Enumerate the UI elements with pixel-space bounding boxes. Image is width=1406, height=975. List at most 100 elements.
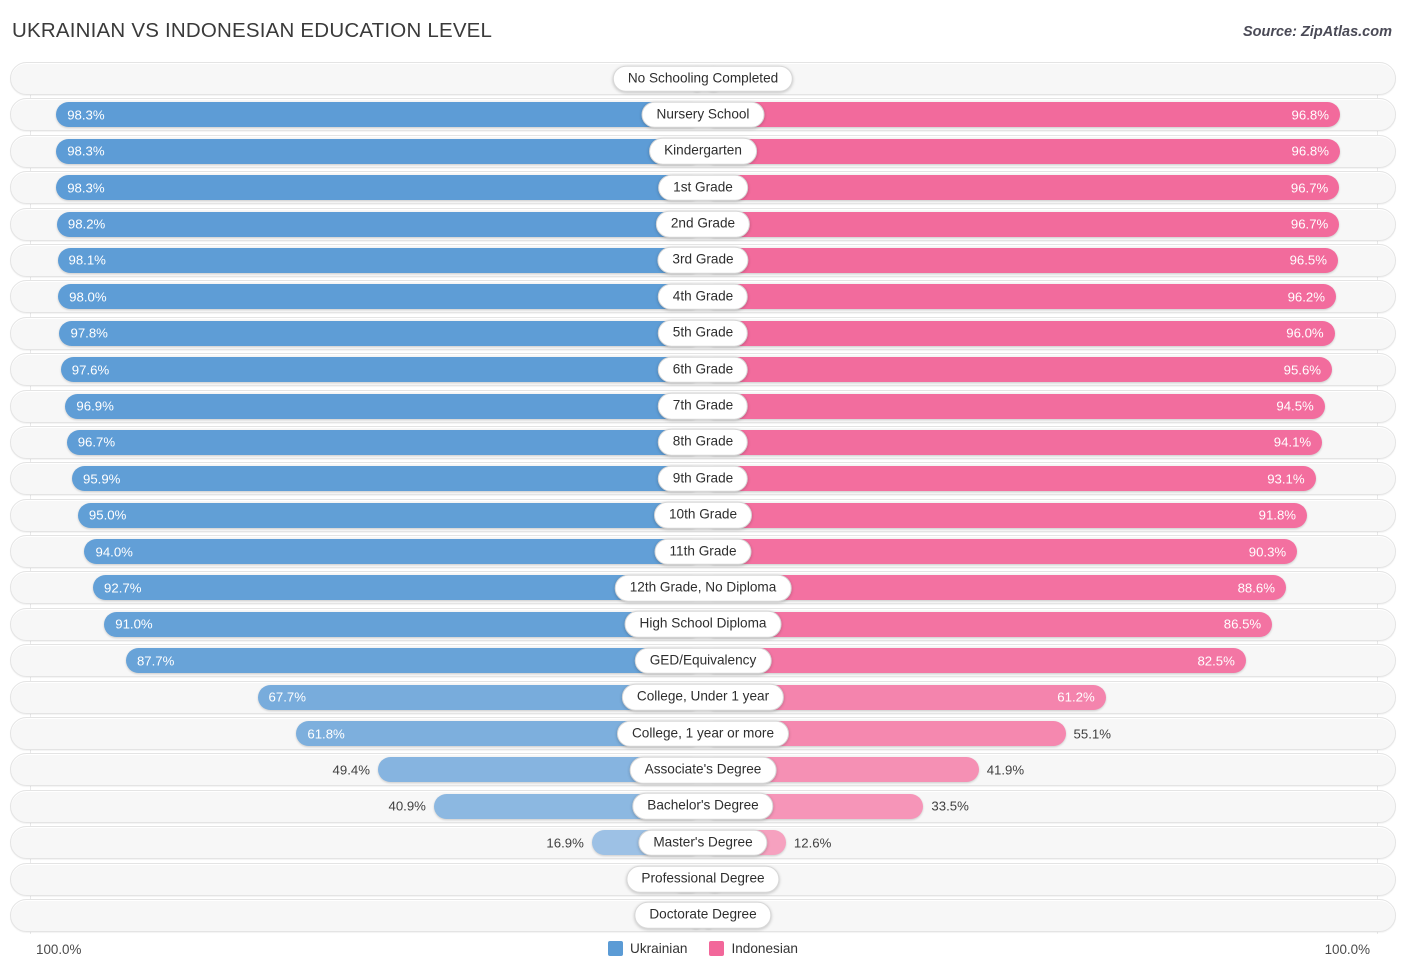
- bar-value-indonesian: 96.0%: [1286, 325, 1324, 341]
- bar-ukrainian[interactable]: 91.0%: [104, 611, 703, 637]
- table-row: 96.7% 94.1% 8th Grade: [10, 425, 1396, 459]
- category-label: 3rd Grade: [657, 247, 749, 274]
- bar-indonesian[interactable]: 96.2%: [703, 284, 1336, 310]
- bar-rows-container: 1.8%3.2%No Schooling Completed 98.3% 96.8%…: [0, 62, 1406, 935]
- category-label: Professional Degree: [626, 865, 780, 893]
- bar-value-indonesian: 93.1%: [1267, 471, 1305, 487]
- bar-indonesian[interactable]: 91.8%: [703, 502, 1308, 528]
- page-title: UKRAINIAN VS INDONESIAN EDUCATION LEVEL: [12, 19, 493, 42]
- bar-ukrainian[interactable]: 95.9%: [71, 466, 703, 492]
- bar-ukrainian[interactable]: 97.8%: [59, 320, 703, 346]
- bar-value-ukrainian: 16.9%: [546, 835, 584, 851]
- row-inner: 98.1% 96.5% 3rd Grade: [11, 245, 1395, 276]
- table-row: 98.3% 96.7% 1st Grade: [10, 171, 1396, 205]
- bar-ukrainian[interactable]: 94.0%: [84, 539, 703, 565]
- row-inner: 95.9% 93.1% 9th Grade: [11, 463, 1395, 494]
- table-row: 16.9% 12.6% Master's Degree: [10, 826, 1396, 860]
- bar-value-indonesian: 96.8%: [1291, 143, 1329, 159]
- table-row: 98.2% 96.7% 2nd Grade: [10, 207, 1396, 241]
- category-label: 10th Grade: [653, 501, 753, 529]
- bar-value-indonesian: 96.8%: [1291, 107, 1329, 123]
- category-label: College, 1 year or more: [616, 720, 790, 747]
- bar-value-ukrainian: 67.7%: [268, 689, 306, 705]
- table-row: 2.1%1.6%Doctorate Degree: [10, 898, 1396, 932]
- bar-indonesian[interactable]: 90.3%: [703, 539, 1298, 565]
- category-label: 8th Grade: [657, 429, 749, 456]
- bar-indonesian[interactable]: 94.5%: [703, 393, 1325, 419]
- bar-value-indonesian: 96.2%: [1287, 289, 1325, 305]
- row-inner: 91.0% 86.5% High School Diploma: [11, 609, 1395, 640]
- table-row: 97.6% 95.6% 6th Grade: [10, 353, 1396, 387]
- bar-ukrainian[interactable]: 98.3%: [56, 175, 703, 201]
- bar-value-ukrainian: 49.4%: [332, 762, 370, 778]
- table-row: 49.4% 41.9% Associate's Degree: [10, 753, 1396, 787]
- bar-value-ukrainian: 97.6%: [71, 362, 110, 378]
- bar-value-ukrainian: 98.3%: [67, 180, 105, 196]
- bar-ukrainian[interactable]: 96.9%: [65, 393, 703, 419]
- bar-value-indonesian: 41.9%: [986, 762, 1025, 778]
- bar-ukrainian[interactable]: 92.7%: [93, 575, 703, 601]
- legend-item-ukrainian[interactable]: Ukrainian: [608, 941, 687, 956]
- bar-value-indonesian: 33.5%: [931, 798, 969, 814]
- table-row: 40.9% 33.5% Bachelor's Degree: [10, 789, 1396, 823]
- row-inner: 96.9% 94.5% 7th Grade: [11, 391, 1395, 422]
- bar-value-indonesian: 91.8%: [1258, 507, 1297, 523]
- bar-value-ukrainian: 61.8%: [307, 725, 345, 741]
- bar-value-ukrainian: 98.1%: [68, 252, 106, 268]
- row-inner: 67.7% 61.2% College, Under 1 year: [11, 682, 1395, 713]
- category-label: Doctorate Degree: [634, 902, 772, 929]
- category-label: Master's Degree: [638, 829, 768, 856]
- category-label: 2nd Grade: [655, 210, 751, 238]
- chart-footer: 100.0% 100.0% Ukrainian Indonesian: [0, 934, 1406, 975]
- bar-ukrainian[interactable]: 98.3%: [56, 102, 703, 128]
- category-label: 11th Grade: [654, 538, 752, 565]
- row-inner: 98.3% 96.8% Kindergarten: [11, 136, 1395, 167]
- bar-value-indonesian: 94.5%: [1276, 398, 1314, 414]
- bar-indonesian[interactable]: 93.1%: [703, 466, 1316, 492]
- bar-indonesian[interactable]: 95.6%: [703, 357, 1333, 383]
- table-row: 61.8% 55.1% College, 1 year or more: [10, 717, 1396, 751]
- legend-label-indonesian: Indonesian: [731, 941, 798, 956]
- bar-ukrainian[interactable]: 98.1%: [57, 247, 703, 273]
- table-row: 98.3% 96.8% Nursery School: [10, 98, 1396, 132]
- category-label: Nursery School: [641, 101, 765, 129]
- table-row: 98.0% 96.2% 4th Grade: [10, 280, 1396, 314]
- category-label: 9th Grade: [657, 465, 749, 493]
- table-row: 67.7% 61.2% College, Under 1 year: [10, 680, 1396, 714]
- chart-header: UKRAINIAN VS INDONESIAN EDUCATION LEVEL …: [0, 0, 1406, 62]
- bar-indonesian[interactable]: 96.8%: [703, 102, 1340, 128]
- bar-ukrainian[interactable]: 87.7%: [125, 648, 703, 674]
- bar-indonesian[interactable]: 96.8%: [703, 138, 1340, 164]
- row-inner: 2.1%1.6%Doctorate Degree: [11, 900, 1395, 931]
- row-inner: 87.7% 82.5% GED/Equivalency: [11, 645, 1395, 676]
- bar-value-indonesian: 61.2%: [1057, 689, 1095, 705]
- bar-value-indonesian: 96.7%: [1290, 216, 1329, 232]
- category-label: Bachelor's Degree: [632, 793, 774, 820]
- bar-value-indonesian: 96.5%: [1289, 252, 1327, 268]
- bar-value-ukrainian: 97.8%: [70, 325, 108, 341]
- bar-value-indonesian: 86.5%: [1223, 616, 1262, 632]
- bar-ukrainian[interactable]: 96.7%: [66, 429, 703, 455]
- bar-indonesian[interactable]: 86.5%: [703, 611, 1273, 637]
- row-inner: 16.9% 12.6% Master's Degree: [11, 827, 1395, 858]
- bar-indonesian[interactable]: 96.0%: [703, 320, 1335, 346]
- bar-indonesian[interactable]: 94.1%: [703, 429, 1323, 455]
- bar-value-indonesian: 90.3%: [1248, 543, 1287, 559]
- table-row: 97.8% 96.0% 5th Grade: [10, 316, 1396, 350]
- bar-ukrainian[interactable]: 98.3%: [56, 138, 703, 164]
- legend-item-indonesian[interactable]: Indonesian: [709, 941, 798, 956]
- row-inner: 95.0% 91.8% 10th Grade: [11, 500, 1395, 531]
- bar-ukrainian[interactable]: 95.0%: [77, 502, 703, 528]
- bar-ukrainian[interactable]: 97.6%: [60, 357, 703, 383]
- row-inner: 98.2% 96.7% 2nd Grade: [11, 209, 1395, 240]
- bar-ukrainian[interactable]: 98.0%: [58, 284, 703, 310]
- bar-value-ukrainian: 87.7%: [136, 653, 175, 669]
- bar-indonesian[interactable]: 96.5%: [703, 247, 1338, 273]
- bar-indonesian[interactable]: 96.7%: [703, 211, 1340, 237]
- table-row: 98.1% 96.5% 3rd Grade: [10, 243, 1396, 277]
- bar-indonesian[interactable]: 96.7%: [703, 175, 1340, 201]
- row-inner: 96.7% 94.1% 8th Grade: [11, 427, 1395, 458]
- bar-ukrainian[interactable]: 98.2%: [56, 211, 703, 237]
- bar-value-indonesian: 96.7%: [1290, 180, 1329, 196]
- bar-indonesian[interactable]: 82.5%: [703, 648, 1246, 674]
